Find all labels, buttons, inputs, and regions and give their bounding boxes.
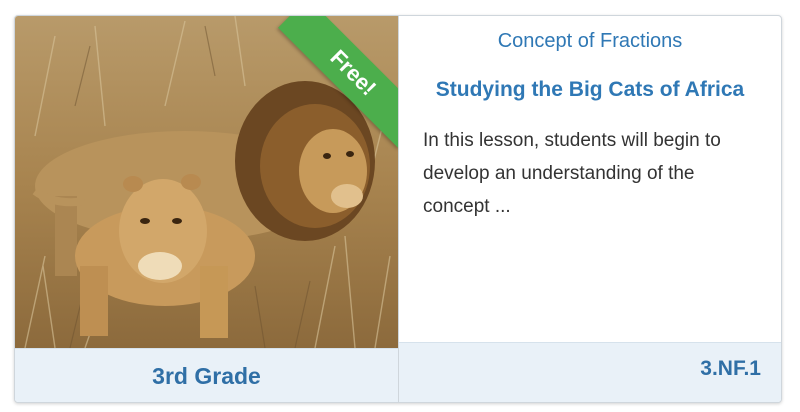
standard-code[interactable]: 3.NF.1 [700,343,761,395]
lesson-image-column: Free! 3rd Grade [15,16,399,402]
grade-label[interactable]: 3rd Grade [15,348,398,402]
lesson-photo-lions[interactable]: Free! [15,16,398,348]
lesson-description: In this lesson, students will begin to d… [423,130,721,217]
lesson-details: Concept of Fractions Studying the Big Ca… [399,16,781,402]
lesson-card[interactable]: Free! 3rd Grade Concept of Fractions Stu… [14,15,782,403]
standard-bar: 3.NF.1 [399,342,781,402]
lesson-title[interactable]: Studying the Big Cats of Africa [399,78,781,102]
lesson-category[interactable]: Concept of Fractions [399,30,781,53]
